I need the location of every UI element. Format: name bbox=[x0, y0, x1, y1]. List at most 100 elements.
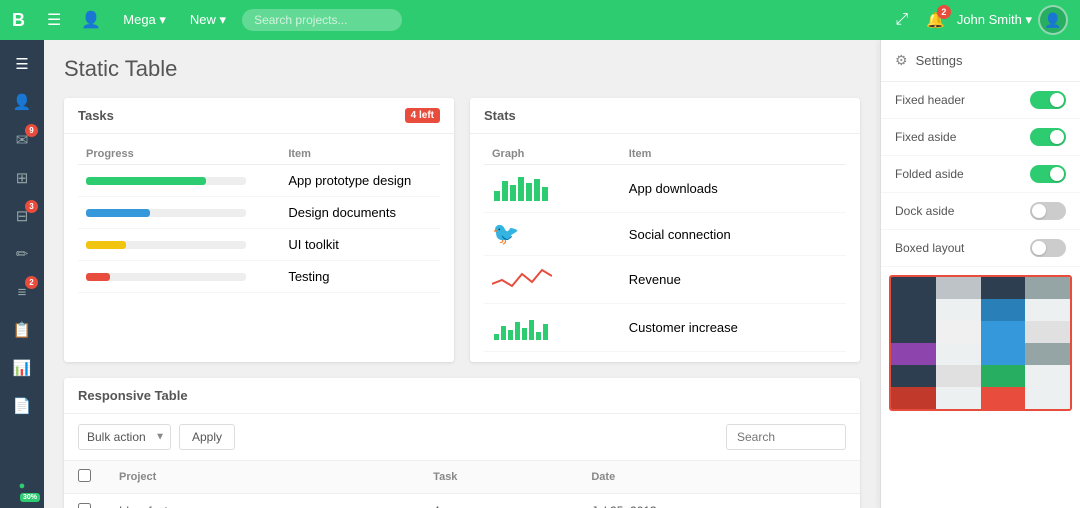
boxed-layout-label: Boxed layout bbox=[895, 241, 964, 255]
project-cell: Idrawfast bbox=[105, 494, 419, 508]
sidebar-item-chart[interactable]: 📊 bbox=[4, 350, 40, 386]
list-badge: 3 bbox=[25, 200, 38, 213]
gear-icon: ⚙ bbox=[895, 52, 908, 69]
theme-cell[interactable] bbox=[891, 365, 936, 387]
theme-cell[interactable] bbox=[891, 277, 936, 299]
fixed-aside-toggle[interactable] bbox=[1030, 128, 1066, 146]
stats-item-cell: Customer increase bbox=[621, 304, 846, 352]
table-search-input[interactable] bbox=[726, 424, 846, 450]
new-menu-link[interactable]: New ▾ bbox=[182, 8, 234, 32]
theme-cell[interactable] bbox=[981, 343, 1026, 365]
navbar: B ☰ 👤 Mega ▾ New ▾ ⤢ 🔔 2 John Smith ▾ 👤 bbox=[0, 0, 1080, 40]
task-progress-cell bbox=[78, 261, 280, 293]
progress-bar-green bbox=[86, 177, 206, 185]
theme-cell[interactable] bbox=[1025, 321, 1070, 343]
main-content: Static Table Tasks 4 left Progress Item bbox=[44, 40, 880, 508]
chart-sidebar-icon: 📊 bbox=[13, 359, 32, 377]
folded-aside-toggle[interactable] bbox=[1030, 165, 1066, 183]
sidebar-item-menu[interactable]: ☰ bbox=[4, 46, 40, 82]
sidebar-item-edit[interactable]: ✏ bbox=[4, 236, 40, 272]
theme-cell[interactable] bbox=[936, 277, 981, 299]
sidebar-item-lines[interactable]: ≡ 2 bbox=[4, 274, 40, 310]
settings-title: Settings bbox=[916, 53, 963, 68]
sidebar-item-grid[interactable]: ⊞ bbox=[4, 160, 40, 196]
theme-cell[interactable] bbox=[891, 387, 936, 409]
col-graph: Graph bbox=[484, 144, 621, 165]
sidebar-item-user[interactable]: 👤 bbox=[4, 84, 40, 120]
apply-button[interactable]: Apply bbox=[179, 424, 235, 450]
theme-cell[interactable] bbox=[936, 299, 981, 321]
tasks-table: Progress Item App p bbox=[78, 144, 440, 293]
user-menu[interactable]: John Smith ▾ 👤 bbox=[957, 5, 1068, 35]
person-icon[interactable]: 👤 bbox=[75, 6, 107, 34]
stats-title: Stats bbox=[484, 108, 516, 123]
tasks-card-header: Tasks 4 left bbox=[64, 98, 454, 134]
bar-chart-icon bbox=[492, 173, 552, 201]
settings-row-dock-aside: Dock aside bbox=[881, 193, 1080, 230]
settings-panel: ⚙ Settings Fixed header Fixed aside Fold… bbox=[880, 40, 1080, 508]
folded-aside-label: Folded aside bbox=[895, 167, 964, 181]
settings-row-boxed-layout: Boxed layout bbox=[881, 230, 1080, 267]
theme-cell[interactable] bbox=[1025, 365, 1070, 387]
progress-bar-wrap bbox=[86, 273, 246, 281]
boxed-layout-toggle[interactable] bbox=[1030, 239, 1066, 257]
hamburger-icon[interactable]: ☰ bbox=[41, 6, 67, 34]
stats-item-cell: Revenue bbox=[621, 256, 846, 304]
edit-sidebar-icon: ✏ bbox=[16, 245, 29, 263]
sidebar: ☰ 👤 ✉ 9 ⊞ ⊟ 3 ✏ ≡ 2 📋 📊 📄 bbox=[0, 40, 44, 508]
progress-bar-wrap bbox=[86, 209, 246, 217]
theme-color-grid[interactable] bbox=[889, 275, 1072, 411]
sidebar-item-list[interactable]: ⊟ 3 bbox=[4, 198, 40, 234]
responsive-table-title: Responsive Table bbox=[78, 388, 188, 403]
task-row: Testing bbox=[78, 261, 440, 293]
theme-cell[interactable] bbox=[1025, 387, 1070, 409]
theme-cell[interactable] bbox=[981, 365, 1026, 387]
theme-cell[interactable] bbox=[981, 299, 1026, 321]
theme-cell[interactable] bbox=[936, 321, 981, 343]
theme-cell[interactable] bbox=[936, 387, 981, 409]
stats-graph-cell bbox=[484, 165, 621, 213]
task-progress-cell bbox=[78, 229, 280, 261]
data-table: Project Task Date Idrawfast 4c Jul 25, 2… bbox=[64, 461, 860, 508]
row-checkbox-cell bbox=[64, 494, 105, 508]
theme-cell[interactable] bbox=[981, 387, 1026, 409]
bulk-action-select[interactable]: Bulk action bbox=[78, 424, 171, 450]
stats-graph-cell bbox=[484, 256, 621, 304]
theme-cell[interactable] bbox=[981, 321, 1026, 343]
bar-chart2-icon bbox=[492, 312, 552, 340]
settings-row-fixed-aside: Fixed aside bbox=[881, 119, 1080, 156]
sidebar-item-progress[interactable]: 30% ● bbox=[4, 468, 40, 504]
sidebar-item-doc[interactable]: 📄 bbox=[4, 388, 40, 424]
theme-cell[interactable] bbox=[1025, 299, 1070, 321]
theme-cell[interactable] bbox=[981, 277, 1026, 299]
fixed-header-toggle[interactable] bbox=[1030, 91, 1066, 109]
responsive-table-header: Responsive Table bbox=[64, 378, 860, 414]
sidebar-item-mail[interactable]: ✉ 9 bbox=[4, 122, 40, 158]
tasks-card: Tasks 4 left Progress Item bbox=[64, 98, 454, 362]
sidebar-item-clipboard[interactable]: 📋 bbox=[4, 312, 40, 348]
brand-logo[interactable]: B bbox=[12, 10, 25, 31]
row-checkbox[interactable] bbox=[78, 503, 91, 508]
theme-cell[interactable] bbox=[936, 343, 981, 365]
theme-cell[interactable] bbox=[891, 299, 936, 321]
theme-row-1 bbox=[891, 277, 1070, 299]
col-item: Item bbox=[280, 144, 440, 165]
theme-cell[interactable] bbox=[891, 343, 936, 365]
progress-bar-yellow bbox=[86, 241, 126, 249]
search-input[interactable] bbox=[242, 9, 402, 31]
theme-cell[interactable] bbox=[1025, 343, 1070, 365]
select-all-checkbox[interactable] bbox=[78, 469, 91, 482]
table-row: Idrawfast 4c Jul 25, 2013 bbox=[64, 494, 860, 508]
theme-row-2 bbox=[891, 299, 1070, 321]
theme-cell[interactable] bbox=[891, 321, 936, 343]
theme-cell[interactable] bbox=[1025, 277, 1070, 299]
stats-item-cell: App downloads bbox=[621, 165, 846, 213]
theme-cell[interactable] bbox=[936, 365, 981, 387]
theme-row-6 bbox=[891, 387, 1070, 409]
stats-item-cell: Social connection bbox=[621, 213, 846, 256]
notification-bell[interactable]: 🔔 2 bbox=[926, 11, 945, 29]
dock-aside-toggle[interactable] bbox=[1030, 202, 1066, 220]
notification-count: 2 bbox=[937, 5, 951, 19]
mega-menu-link[interactable]: Mega ▾ bbox=[115, 8, 174, 32]
expand-icon[interactable]: ⤢ bbox=[889, 7, 914, 33]
